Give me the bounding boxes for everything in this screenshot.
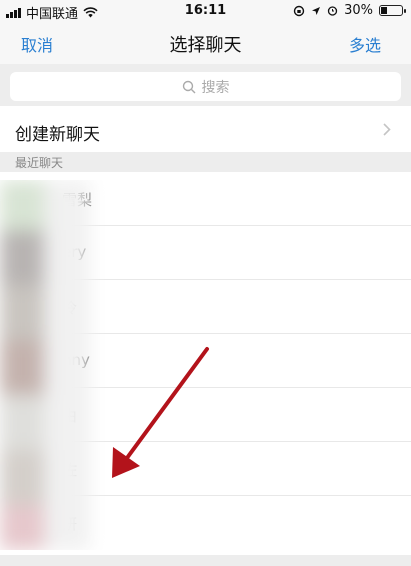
- annotation-arrow: [112, 347, 209, 478]
